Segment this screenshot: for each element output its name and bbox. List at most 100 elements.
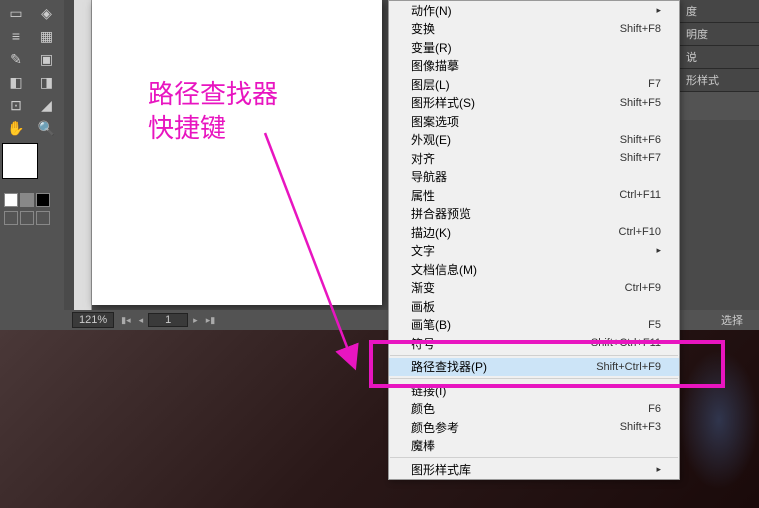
tool-icon[interactable]: ▦ <box>33 25 61 47</box>
menu-item[interactable]: 动作(N) <box>389 1 679 20</box>
menu-item[interactable]: 图形样式(S) Shift+F5 <box>389 94 679 113</box>
menu-item[interactable]: 对齐Shift+F7 <box>389 149 679 168</box>
tool-icon[interactable]: 🔍 <box>33 117 61 139</box>
menu-item-shortcut: F5 <box>648 319 661 331</box>
menu-item[interactable]: 渐变 Ctrl+F9 <box>389 279 679 298</box>
tools-panel: ▭ ◈ ≡ ▦ ✎ ▣ ◧ ◨ ⊡ ◢ ✋ 🔍 <box>0 0 64 330</box>
menu-item[interactable]: 图层(L)F7 <box>389 75 679 94</box>
ruler-vertical <box>74 0 92 310</box>
tool-icon[interactable]: ◈ <box>33 2 61 24</box>
mode-swatch[interactable] <box>36 193 50 207</box>
menu-item[interactable]: 外观(E) Shift+F6 <box>389 131 679 150</box>
menu-item[interactable]: 画笔(B) F5 <box>389 316 679 335</box>
menu-item-shortcut: Shift+F6 <box>620 134 661 146</box>
panel-tab[interactable]: 说 <box>680 46 759 69</box>
mode-row <box>0 191 64 209</box>
menu-item[interactable]: 图形样式库 <box>389 460 679 479</box>
menu-item-label: 变换 <box>411 20 435 37</box>
menu-item-label: 画板 <box>411 298 435 315</box>
menu-item-label: 图像描摹 <box>411 57 459 74</box>
menu-item[interactable]: 符号Shift+Ctrl+F11 <box>389 334 679 353</box>
menu-item[interactable]: 变换 Shift+F8 <box>389 20 679 39</box>
page-navigator: ▮◂ ◂ 1 ▸ ▸▮ <box>118 313 218 327</box>
menu-item-label: 文字 <box>411 242 435 259</box>
menu-item[interactable]: 拼合器预览 <box>389 205 679 224</box>
tool-icon[interactable]: ▣ <box>33 48 61 70</box>
menu-item[interactable]: 路径查找器(P)Shift+Ctrl+F9 <box>389 358 679 377</box>
screen-mode-icon[interactable] <box>36 211 50 225</box>
panel-tab[interactable]: 明度 <box>680 23 759 46</box>
menu-item-shortcut: F6 <box>648 403 661 415</box>
panel-tab[interactable]: 度 <box>680 0 759 23</box>
menu-item[interactable]: 魔棒 <box>389 437 679 456</box>
tool-icon[interactable]: ≡ <box>2 25 30 47</box>
menu-item-label: 导航器 <box>411 168 447 185</box>
first-page-icon[interactable]: ▮◂ <box>118 315 133 326</box>
menu-item[interactable]: 链接(I) <box>389 381 679 400</box>
tool-grid: ▭ ◈ ≡ ▦ ✎ ▣ ◧ ◨ ⊡ ◢ ✋ 🔍 <box>0 0 64 141</box>
menu-item-shortcut: Shift+F7 <box>620 152 661 164</box>
menu-item[interactable]: 文档信息(M) <box>389 260 679 279</box>
menu-item[interactable]: 导航器 <box>389 168 679 187</box>
menu-item-label: 符号 <box>411 335 435 352</box>
menu-item[interactable]: 属性 Ctrl+F11 <box>389 186 679 205</box>
page-input[interactable]: 1 <box>148 313 188 327</box>
menu-item[interactable]: 颜色参考 Shift+F3 <box>389 418 679 437</box>
zoom-level[interactable]: 121% <box>72 312 114 328</box>
tool-icon[interactable]: ◧ <box>2 71 30 93</box>
panel-tab[interactable]: 形样式 <box>680 69 759 92</box>
menu-item-shortcut: Shift+F3 <box>620 421 661 433</box>
mode-swatch[interactable] <box>4 193 18 207</box>
artboard[interactable] <box>92 0 382 305</box>
menu-item[interactable]: 画板 <box>389 297 679 316</box>
tool-icon[interactable]: ◢ <box>33 94 61 116</box>
menu-item-label: 图形样式(S) <box>411 94 475 111</box>
menu-item[interactable]: 变量(R) <box>389 38 679 57</box>
menu-item-shortcut: Shift+F5 <box>620 97 661 109</box>
menu-item-label: 变量(R) <box>411 39 452 56</box>
menu-item-label: 颜色参考 <box>411 419 459 436</box>
menu-item-label: 属性 <box>411 187 435 204</box>
menu-item[interactable]: 描边(K) Ctrl+F10 <box>389 223 679 242</box>
menu-separator <box>390 378 678 379</box>
screen-mode-row <box>0 209 64 227</box>
menu-separator <box>390 457 678 458</box>
last-page-icon[interactable]: ▸▮ <box>203 315 218 326</box>
color-swatches[interactable] <box>2 143 48 189</box>
menu-item[interactable]: 图像描摹 <box>389 57 679 76</box>
menu-item-shortcut: Ctrl+F11 <box>619 189 661 201</box>
mode-swatch[interactable] <box>20 193 34 207</box>
next-page-icon[interactable]: ▸ <box>190 315 201 326</box>
prev-page-icon[interactable]: ◂ <box>136 315 147 326</box>
tool-icon[interactable]: ◨ <box>33 71 61 93</box>
menu-item-label: 图案选项 <box>411 113 459 130</box>
menu-item-label: 图形样式库 <box>411 461 471 478</box>
menu-item-label: 拼合器预览 <box>411 205 471 222</box>
menu-item[interactable]: 文字 <box>389 242 679 261</box>
menu-item-label: 魔棒 <box>411 437 435 454</box>
selection-label: 选择 <box>721 312 743 328</box>
menu-item-label: 图层(L) <box>411 76 450 93</box>
menu-item-label: 画笔(B) <box>411 316 451 333</box>
fill-swatch[interactable] <box>2 143 38 179</box>
menu-separator <box>390 355 678 356</box>
menu-item-label: 描边(K) <box>411 224 451 241</box>
tool-icon[interactable]: ⊡ <box>2 94 30 116</box>
menu-item-label: 颜色 <box>411 400 435 417</box>
screen-mode-icon[interactable] <box>4 211 18 225</box>
menu-item[interactable]: 颜色 F6 <box>389 400 679 419</box>
tool-icon[interactable]: ✋ <box>2 117 30 139</box>
menu-item-label: 动作(N) <box>411 2 452 19</box>
menu-item-label: 渐变 <box>411 279 435 296</box>
menu-item-label: 外观(E) <box>411 131 451 148</box>
menu-item-shortcut: Shift+Ctrl+F9 <box>596 361 661 373</box>
menu-item[interactable]: 图案选项 <box>389 112 679 131</box>
right-panels: 度 明度 说 形样式 <box>679 0 759 120</box>
menu-item-label: 文档信息(M) <box>411 261 477 278</box>
menu-item-shortcut: Ctrl+F9 <box>625 282 661 294</box>
tool-icon[interactable]: ▭ <box>2 2 30 24</box>
menu-item-shortcut: Shift+F8 <box>620 23 661 35</box>
screen-mode-icon[interactable] <box>20 211 34 225</box>
tool-icon[interactable]: ✎ <box>2 48 30 70</box>
menu-item-shortcut: Ctrl+F10 <box>619 226 662 238</box>
